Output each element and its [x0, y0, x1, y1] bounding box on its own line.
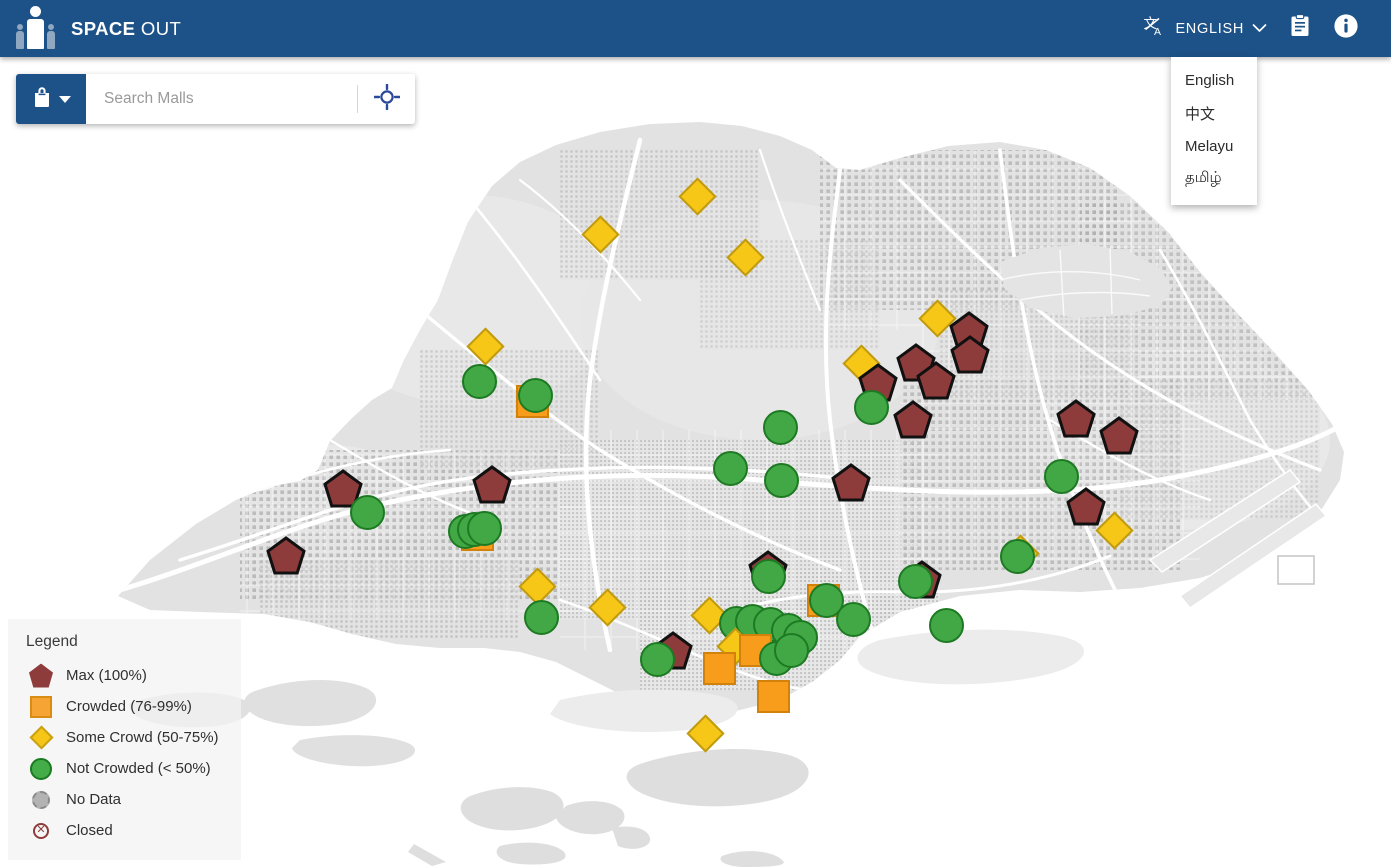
pentagon-swatch-icon [29, 663, 53, 688]
map-marker-pentagon[interactable] [1056, 399, 1096, 439]
svg-text:A: A [1154, 26, 1161, 38]
legend-label: Not Crowded (< 50%) [66, 760, 211, 777]
legend-label: Closed [66, 822, 113, 839]
app-root: Legend Max (100%) Crowded (76-99%) Some Cr… [0, 0, 1391, 867]
legend-title: Legend [26, 633, 78, 650]
map-marker-circle[interactable] [750, 558, 786, 594]
legend-label: Some Crowd (50-75%) [66, 729, 219, 746]
map-marker-pentagon[interactable] [831, 463, 871, 503]
app-logo[interactable]: SPACE OUT [0, 5, 181, 49]
map-marker-circle[interactable] [773, 632, 809, 668]
language-option-4[interactable]: தமிழ் [1171, 162, 1257, 195]
map-marker-pentagon[interactable] [950, 335, 990, 375]
language-option-1[interactable]: English [1171, 65, 1257, 96]
map-marker-pentagon[interactable] [893, 400, 933, 440]
legend-swatch [26, 790, 56, 809]
map-marker-circle[interactable] [466, 510, 502, 546]
circle-swatch-icon [30, 757, 52, 780]
app-header: SPACE OUT 文 A ENGLISH [0, 0, 1391, 57]
three-people-icon [16, 5, 55, 49]
legend-item-diamond: Some Crowd (50-75%) [26, 722, 241, 753]
legend-label: Max (100%) [66, 667, 147, 684]
map-marker-pentagon[interactable] [472, 465, 512, 505]
map-marker-pentagon[interactable] [1099, 416, 1139, 456]
brand-regular: OUT [140, 17, 182, 39]
caret-down-icon [58, 90, 71, 108]
map-marker-pentagon[interactable] [916, 361, 956, 401]
legend-item-nodata: No Data [26, 784, 241, 815]
legend-swatch [26, 757, 56, 780]
square-swatch-icon [30, 695, 52, 718]
chevron-down-icon [1252, 20, 1267, 38]
legend-item-closed: ✕ Closed [26, 815, 241, 846]
category-filter-button[interactable] [16, 74, 86, 124]
language-selector[interactable]: 文 A ENGLISH [1133, 8, 1277, 49]
legend-rows: Max (100%) Crowded (76-99%) Some Crowd (50… [26, 660, 241, 846]
map-marker-circle[interactable] [763, 462, 799, 498]
map-marker-circle[interactable] [517, 377, 553, 413]
map-marker-square[interactable] [756, 679, 790, 713]
clipboard-list-icon [1289, 14, 1311, 43]
map-marker-circle[interactable] [639, 641, 675, 677]
language-label: ENGLISH [1175, 20, 1244, 37]
legend-label: Crowded (76-99%) [66, 698, 192, 715]
diamond-swatch-icon [28, 725, 54, 750]
map-marker-circle[interactable] [762, 409, 798, 445]
legend-item-circle: Not Crowded (< 50%) [26, 753, 241, 784]
crosshair-locate-icon [372, 82, 401, 115]
legend-swatch [26, 695, 56, 718]
map-marker-circle[interactable] [461, 363, 497, 399]
map-marker-circle[interactable] [928, 607, 964, 643]
brand-title: SPACE OUT [71, 18, 181, 40]
map-marker-circle[interactable] [853, 389, 889, 425]
map-marker-circle[interactable] [349, 494, 385, 530]
closed-swatch-icon: ✕ [33, 822, 49, 839]
legend-swatch: ✕ [26, 822, 56, 839]
brand-bold: SPACE [71, 17, 136, 39]
info-button[interactable] [1323, 6, 1369, 52]
language-option-2[interactable]: 中文 [1171, 96, 1257, 131]
map-marker-circle[interactable] [835, 601, 871, 637]
map-marker-circle[interactable] [999, 538, 1035, 574]
map-marker-pentagon[interactable] [266, 536, 306, 576]
map-marker-pentagon[interactable] [1066, 487, 1106, 527]
info-circle-icon [1333, 13, 1359, 44]
legend-item-square: Crowded (76-99%) [26, 691, 241, 722]
shopping-bag-icon [32, 86, 52, 113]
search-input[interactable] [86, 74, 357, 124]
mall-list-button[interactable] [1277, 6, 1323, 52]
search-bar [16, 74, 415, 124]
legend-item-pentagon: Max (100%) [26, 660, 241, 691]
translate-icon: 文 A [1143, 14, 1167, 43]
nodata-swatch-icon [32, 790, 50, 809]
map-marker-circle[interactable] [897, 563, 933, 599]
language-dropdown-menu[interactable]: English 中文 Melayu தமிழ் [1171, 57, 1257, 205]
map-marker-circle[interactable] [712, 450, 748, 486]
map-marker-square[interactable] [702, 651, 736, 685]
locate-me-button[interactable] [358, 74, 415, 124]
legend-swatch [26, 725, 56, 750]
map-marker-circle[interactable] [523, 599, 559, 635]
legend-panel: Legend Max (100%) Crowded (76-99%) Some Cr… [8, 619, 241, 860]
legend-label: No Data [66, 791, 122, 808]
header-actions: 文 A ENGLISH [1133, 6, 1391, 52]
language-option-3[interactable]: Melayu [1171, 131, 1257, 162]
legend-swatch [26, 663, 56, 688]
